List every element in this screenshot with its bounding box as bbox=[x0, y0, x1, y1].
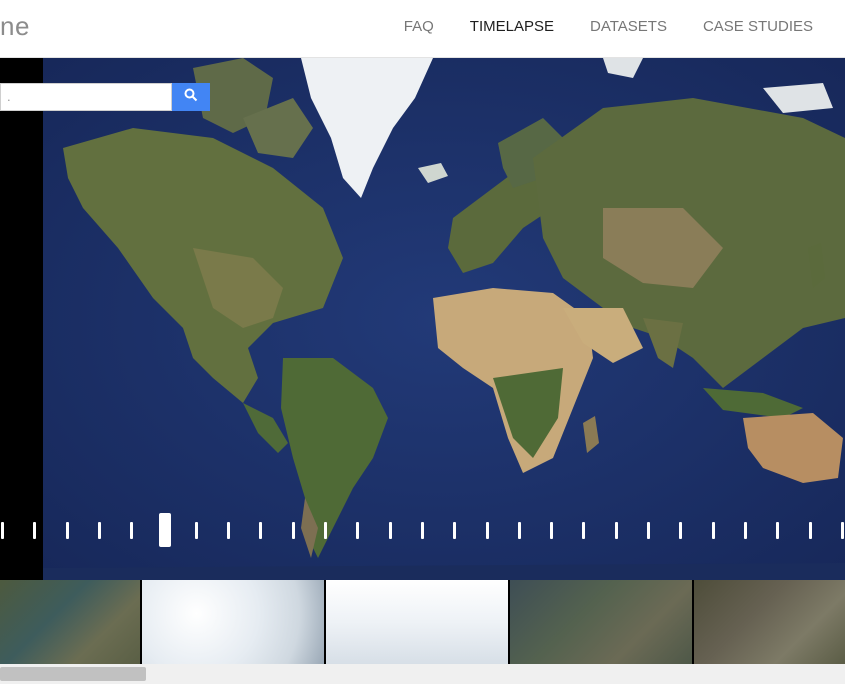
map-left-panel bbox=[0, 58, 43, 580]
timeline-tick[interactable] bbox=[259, 522, 263, 539]
scrollbar-thumb[interactable] bbox=[0, 667, 146, 681]
timeline-tick[interactable] bbox=[291, 522, 295, 539]
search-button[interactable] bbox=[172, 83, 210, 111]
timeline-tick[interactable] bbox=[743, 522, 747, 539]
timeline-tick[interactable] bbox=[388, 522, 392, 539]
timeline-tick[interactable] bbox=[33, 522, 37, 539]
timeline-tick[interactable] bbox=[840, 522, 844, 539]
nav-timelapse[interactable]: TIMELAPSE bbox=[470, 18, 554, 35]
timeline-tick[interactable] bbox=[679, 522, 683, 539]
main-nav: FAQ TIMELAPSE DATASETS CASE STUDIES bbox=[404, 18, 813, 35]
timeline-tick[interactable] bbox=[194, 522, 198, 539]
timeline-tick[interactable] bbox=[65, 522, 69, 539]
thumbnail-terrain[interactable] bbox=[694, 580, 845, 664]
timeline-tick[interactable] bbox=[550, 522, 554, 539]
timeline-tick[interactable] bbox=[776, 522, 780, 539]
top-navigation-bar: ne FAQ TIMELAPSE DATASETS CASE STUDIES bbox=[0, 0, 845, 58]
timeline-tick[interactable] bbox=[1, 522, 4, 539]
timeline-tick[interactable] bbox=[517, 522, 521, 539]
site-logo[interactable]: ne bbox=[0, 11, 30, 42]
timeline-tick-selected[interactable] bbox=[158, 513, 171, 547]
nav-faq[interactable]: FAQ bbox=[404, 18, 434, 35]
timeline-tick[interactable] bbox=[130, 522, 134, 539]
timeline-tick[interactable] bbox=[356, 522, 360, 539]
thumbnail-coastal-bay[interactable] bbox=[0, 580, 142, 664]
timeline-tick[interactable] bbox=[97, 522, 101, 539]
thumbnail-bay-city[interactable] bbox=[510, 580, 694, 664]
timeline-tick[interactable] bbox=[420, 522, 424, 539]
search-input[interactable]: . bbox=[0, 83, 172, 111]
world-map-imagery bbox=[43, 58, 845, 580]
timeline-tick[interactable] bbox=[711, 522, 715, 539]
nav-case-studies[interactable]: CASE STUDIES bbox=[703, 18, 813, 35]
search-icon bbox=[184, 88, 198, 107]
nav-datasets[interactable]: DATASETS bbox=[590, 18, 667, 35]
thumbnail-cloudy-2[interactable] bbox=[326, 580, 510, 664]
timeline-tick[interactable] bbox=[808, 522, 812, 539]
timeline-tick[interactable] bbox=[582, 522, 586, 539]
thumbnail-strip bbox=[0, 580, 845, 664]
timeline-tick[interactable] bbox=[614, 522, 618, 539]
timeline-tick[interactable] bbox=[485, 522, 489, 539]
thumbnail-cloudy-1[interactable] bbox=[142, 580, 326, 664]
timeline-tick[interactable] bbox=[227, 522, 231, 539]
world-map[interactable] bbox=[0, 58, 845, 580]
timeline-slider[interactable] bbox=[0, 512, 845, 548]
horizontal-scrollbar[interactable] bbox=[0, 664, 845, 684]
timeline-tick[interactable] bbox=[647, 522, 650, 539]
timeline-tick[interactable] bbox=[324, 522, 327, 539]
timeline-tick[interactable] bbox=[453, 522, 457, 539]
